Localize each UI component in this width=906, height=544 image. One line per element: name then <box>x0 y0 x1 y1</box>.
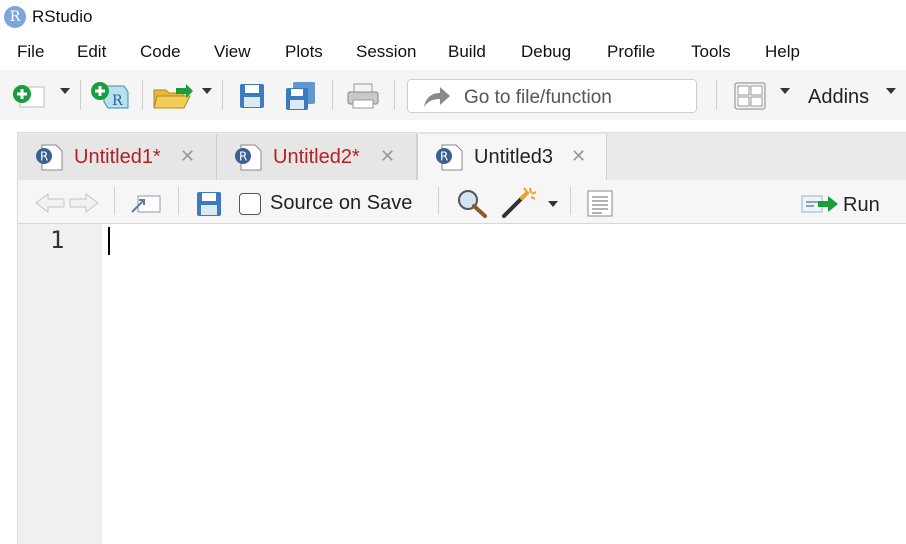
menu-plots[interactable]: Plots <box>285 42 323 62</box>
r-file-icon: R <box>235 144 262 171</box>
goto-arrow-icon <box>424 87 450 107</box>
pane-layout-dropdown-icon[interactable] <box>780 88 790 94</box>
menu-profile[interactable]: Profile <box>607 42 655 62</box>
svg-text:R: R <box>440 150 448 164</box>
toolbar-separator <box>142 80 143 110</box>
menu-build[interactable]: Build <box>448 42 486 62</box>
editor-toolbar <box>18 180 906 224</box>
toolbar-separator <box>438 187 439 215</box>
code-tools-dropdown-icon[interactable] <box>548 201 558 207</box>
toolbar-separator <box>114 187 115 215</box>
text-cursor <box>108 227 110 255</box>
forward-arrow-icon[interactable] <box>66 192 100 214</box>
document-outline-icon[interactable] <box>586 190 614 218</box>
toolbar-separator <box>332 80 333 110</box>
toolbar-separator <box>570 187 571 215</box>
open-folder-icon[interactable] <box>152 82 196 110</box>
save-icon[interactable] <box>196 191 222 217</box>
r-file-icon: R <box>36 144 63 171</box>
close-icon[interactable]: ✕ <box>180 146 195 167</box>
close-icon[interactable]: ✕ <box>571 146 586 167</box>
close-icon[interactable]: ✕ <box>380 146 395 167</box>
menu-code[interactable]: Code <box>140 42 181 62</box>
run-arrow-icon[interactable] <box>800 192 842 216</box>
toolbar-separator <box>178 187 179 215</box>
back-arrow-icon[interactable] <box>34 192 68 214</box>
goto-placeholder: Go to file/function <box>464 87 612 108</box>
print-icon[interactable] <box>346 82 380 110</box>
rstudio-logo-icon: R <box>4 6 26 28</box>
addins-button[interactable]: Addins <box>808 86 869 109</box>
tab-label: Untitled2* <box>273 146 360 168</box>
source-on-save-checkbox[interactable] <box>239 193 261 215</box>
menu-view[interactable]: View <box>214 42 251 62</box>
line-number: 1 <box>50 226 65 254</box>
menu-debug[interactable]: Debug <box>521 42 571 62</box>
new-file-icon[interactable] <box>10 82 48 110</box>
menu-tools[interactable]: Tools <box>691 42 731 62</box>
title-bar: R RStudio <box>0 0 906 36</box>
search-icon[interactable] <box>456 188 488 218</box>
tab-untitled2[interactable]: R Untitled2* ✕ <box>217 134 417 180</box>
menu-session[interactable]: Session <box>356 42 416 62</box>
tab-label: Untitled3 <box>474 146 553 168</box>
toolbar-separator <box>222 80 223 110</box>
run-button[interactable]: Run <box>843 194 880 217</box>
svg-text:R: R <box>239 150 247 164</box>
new-file-dropdown-icon[interactable] <box>60 88 70 94</box>
show-in-new-window-icon[interactable] <box>130 190 164 216</box>
toolbar-separator <box>716 80 717 110</box>
save-icon[interactable] <box>238 82 266 110</box>
window-title: RStudio <box>32 7 93 26</box>
menu-help[interactable]: Help <box>765 42 800 62</box>
svg-text:R: R <box>112 93 123 109</box>
source-on-save-label[interactable]: Source on Save <box>270 192 412 215</box>
new-project-icon[interactable]: R <box>90 80 132 112</box>
open-file-dropdown-icon[interactable] <box>202 88 212 94</box>
menu-edit[interactable]: Edit <box>77 42 106 62</box>
r-file-icon: R <box>436 144 463 171</box>
menu-file[interactable]: File <box>17 42 44 62</box>
line-number-gutter <box>18 224 102 544</box>
addins-dropdown-icon[interactable] <box>886 88 896 94</box>
goto-file-function-input[interactable]: Go to file/function <box>407 79 697 113</box>
tab-untitled3[interactable]: R Untitled3 ✕ <box>417 134 607 180</box>
tab-label: Untitled1* <box>74 146 161 168</box>
menu-bar: File Edit Code View Plots Session Build … <box>0 36 906 68</box>
save-all-icon[interactable] <box>284 80 318 112</box>
toolbar-separator <box>80 80 81 110</box>
magic-wand-icon[interactable] <box>500 186 540 218</box>
svg-text:R: R <box>40 150 48 164</box>
code-editor[interactable] <box>102 224 906 544</box>
toolbar-separator <box>394 80 395 110</box>
tab-untitled1[interactable]: R Untitled1* ✕ <box>18 134 217 180</box>
pane-layout-icon[interactable] <box>734 82 766 110</box>
